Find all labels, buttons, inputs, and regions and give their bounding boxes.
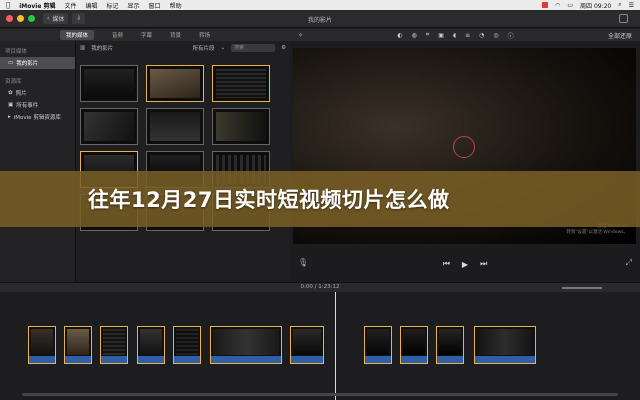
tab-transitions[interactable]: 转场 <box>199 31 210 39</box>
banner-text: 往年12月27日实时短视频切片怎么做 <box>88 188 450 212</box>
sidebar-item-label: iMovie 剪辑资源库 <box>13 115 61 121</box>
color-balance-icon[interactable]: ◐ <box>397 32 402 39</box>
clip-thumbnail[interactable] <box>146 108 204 145</box>
title-bar: ‹ 媒体 ⇩ 我的影片 <box>0 10 640 28</box>
filter-icon[interactable]: ◎ <box>493 32 498 39</box>
window-title: 我的影片 <box>307 17 332 24</box>
menu-edit[interactable]: 编辑 <box>86 1 98 10</box>
clip-thumbnail[interactable] <box>212 65 270 102</box>
game-emblem <box>453 136 475 158</box>
browser-title: 我的影片 <box>91 46 114 52</box>
menu-window[interactable]: 窗口 <box>149 1 161 10</box>
sidebar-item-label: 我的影片 <box>16 61 39 67</box>
timeline-clip[interactable] <box>137 326 165 364</box>
disclosure-icon: ▸ <box>8 114 11 120</box>
menu-file[interactable]: 文件 <box>64 1 76 10</box>
timeline-clip[interactable] <box>364 326 392 364</box>
gear-icon[interactable]: ⚙ <box>281 45 286 51</box>
film-icon: ▭ <box>8 60 14 66</box>
menu-clock[interactable]: 周四 09:20 <box>580 1 611 10</box>
browser-toolbar: ▥ 我的影片 所有片段 ⌄ 搜索 ⚙ <box>76 41 290 55</box>
sidebar-header-project: 项目媒体 <box>5 49 28 55</box>
timeline-toolbar: 0:00 / 1:23:12 <box>0 282 640 292</box>
tab-my-media[interactable]: 我的媒体 <box>60 30 95 40</box>
search-input[interactable]: 搜索 <box>231 44 276 52</box>
title-banner: 往年12月27日实时短视频切片怎么做 <box>0 171 640 227</box>
timeline-clip[interactable] <box>400 326 428 364</box>
menu-bar:  iMovie 剪辑 文件 编辑 标记 显示 窗口 帮助 ◠ ▭ 周四 09:… <box>0 0 640 10</box>
timeline[interactable] <box>0 292 640 400</box>
noise-reduction-icon[interactable]: ≡ <box>465 32 470 39</box>
status-flag-icon[interactable] <box>542 2 549 8</box>
stabilization-icon[interactable]: ▣ <box>438 32 444 39</box>
sidebar-item-all-events[interactable]: ▣ 所有事件 <box>0 99 75 111</box>
crop-icon[interactable]: ⌗ <box>426 31 429 39</box>
clip-thumbnail[interactable] <box>212 108 270 145</box>
sidebar-header-library: 资源库 <box>5 79 22 85</box>
chevron-down-icon: ⌄ <box>220 45 226 51</box>
media-browser: ▥ 我的影片 所有片段 ⌄ 搜索 ⚙ <box>76 41 290 282</box>
search-icon[interactable]: ⌕ <box>618 1 621 9</box>
fullscreen-icon[interactable]: ⤢ <box>626 258 632 268</box>
playhead[interactable] <box>335 292 336 400</box>
volume-icon[interactable]: ◖ <box>453 32 456 39</box>
library-sidebar: 项目媒体 ▭ 我的影片 资源库 ✿ 照片 ▣ 所有事件 ▸ iMovie 剪辑资… <box>0 41 76 282</box>
timeline-clip[interactable] <box>28 326 56 364</box>
tab-backgrounds[interactable]: 背景 <box>170 31 181 39</box>
timeline-clip[interactable] <box>210 326 282 364</box>
skip-back-icon[interactable]: ⏮ <box>443 259 450 269</box>
speed-icon[interactable]: ◔ <box>479 32 484 39</box>
reset-all-button[interactable]: 全部还原 <box>608 31 632 40</box>
share-icon[interactable] <box>619 14 628 23</box>
sidebar-toggle-icon[interactable]: ▥ <box>80 45 85 51</box>
menu-mark[interactable]: 标记 <box>107 1 119 10</box>
timeline-clip[interactable] <box>64 326 92 364</box>
sidebar-item-my-movie[interactable]: ▭ 我的影片 <box>0 57 75 69</box>
battery-icon[interactable]: ▭ <box>567 2 573 9</box>
timeline-clip[interactable] <box>474 326 536 364</box>
photos-icon: ✿ <box>8 90 13 96</box>
timeline-clip[interactable] <box>173 326 201 364</box>
clip-thumbnail[interactable] <box>80 65 138 102</box>
timecode: 0:00 / 1:23:12 <box>300 284 340 290</box>
skip-forward-icon[interactable]: ⏭ <box>480 259 487 269</box>
playback-controls: ⏮ ▶ ⏭ <box>290 254 640 274</box>
zoom-slider[interactable] <box>562 287 602 289</box>
menu-app-name[interactable]: iMovie 剪辑 <box>19 1 55 10</box>
clip-thumbnail[interactable] <box>146 65 204 102</box>
menu-list-icon[interactable]: ☰ <box>629 2 634 9</box>
watermark-line: 转到"设置"以激活 Windows。 <box>566 230 628 235</box>
timeline-clip[interactable] <box>436 326 464 364</box>
play-icon[interactable]: ▶ <box>462 260 468 269</box>
info-icon[interactable]: ⓘ <box>508 31 514 40</box>
filter-select[interactable]: 所有片段 <box>192 44 214 52</box>
apple-icon[interactable]:  <box>6 1 10 9</box>
menu-help[interactable]: 帮助 <box>170 1 182 10</box>
events-icon: ▣ <box>8 102 14 108</box>
tab-audio[interactable]: 音频 <box>112 31 123 39</box>
color-correction-icon[interactable]: ◍ <box>412 32 417 39</box>
timeline-clip[interactable] <box>100 326 128 364</box>
menu-view[interactable]: 显示 <box>128 1 140 10</box>
sidebar-item-photos[interactable]: ✿ 照片 <box>0 87 75 99</box>
timeline-scrollbar[interactable] <box>22 393 618 396</box>
wifi-icon[interactable]: ◠ <box>555 2 560 9</box>
magic-wand-icon[interactable]: ✧ <box>298 32 303 39</box>
browser-tabs: 我的媒体 音频 字幕 背景 转场 <box>0 29 290 41</box>
tab-titles[interactable]: 字幕 <box>141 31 152 39</box>
sidebar-item-label: 所有事件 <box>16 103 39 109</box>
clip-thumbnail[interactable] <box>80 108 138 145</box>
sidebar-item-imovie-library[interactable]: ▸ iMovie 剪辑资源库 <box>0 111 75 123</box>
viewer-toolbar: ✧ ◐ ◍ ⌗ ▣ ◖ ≡ ◔ ◎ ⓘ 全部还原 <box>290 29 640 41</box>
sidebar-item-label: 照片 <box>15 91 27 97</box>
timeline-clip[interactable] <box>290 326 324 364</box>
